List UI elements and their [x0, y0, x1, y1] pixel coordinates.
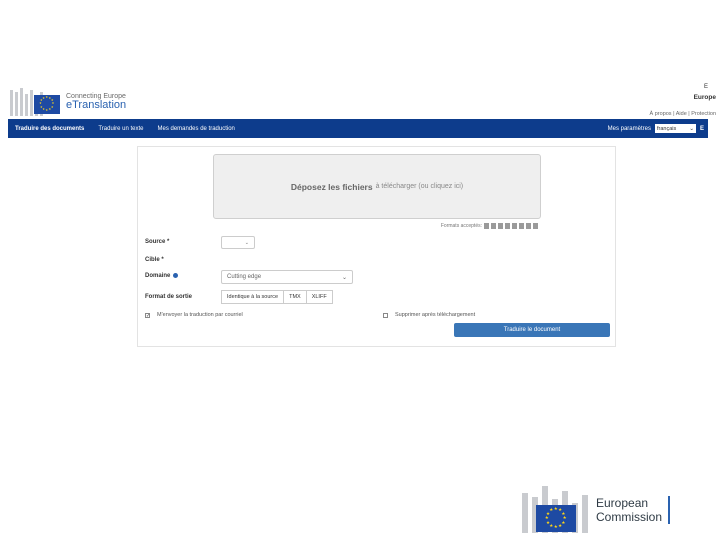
chevron-down-icon: ⌄ [244, 239, 249, 246]
european-commission-logo: ★ ★ ★ ★ ★ ★ ★ ★ ★ ★ ★ ★ European Commission [518, 486, 671, 533]
chevron-down-icon: ⌄ [341, 274, 347, 281]
nav-translate-documents[interactable]: Traduire des documents [8, 126, 91, 132]
upload-panel: Déposez les fichiers à télécharger (ou c… [137, 146, 616, 347]
accepted-formats: Formats acceptés: [441, 223, 538, 229]
flag-star: ★ [42, 95, 46, 100]
output-format-label: Format de sortie [145, 294, 193, 300]
word-file-icon [484, 223, 489, 229]
etranslation-logo[interactable]: ★ ★ ★ ★ ★ ★ ★ ★ ★ ★ ★ ★ Connecting Europe eTranslat… [8, 88, 126, 116]
odt-file-icon [526, 223, 531, 229]
excel-file-icon [491, 223, 496, 229]
flag-star: ★ [45, 107, 49, 112]
email-option-label: M'envoyer la traduction par courriel [157, 312, 243, 318]
pdf-file-icon [505, 223, 510, 229]
delete-option[interactable]: Supprimer après téléchargement [383, 312, 475, 318]
source-label: Source * [145, 239, 170, 245]
nav-right: Mes paramètres français ⌄ E [608, 124, 708, 133]
header-links[interactable]: À propos | Aide | Protection [650, 111, 716, 117]
brand: Connecting Europe eTranslation [66, 93, 126, 112]
delete-checkbox[interactable] [383, 312, 388, 318]
text-file-icon [512, 223, 517, 229]
nav-extra[interactable]: E [700, 126, 704, 132]
flag-star: ★ [39, 104, 43, 109]
top-right-initial: E [703, 84, 708, 90]
chevron-down-icon: ⌄ [689, 125, 694, 132]
target-label: Cible * [145, 257, 164, 263]
output-xliff-button[interactable]: XLIFF [306, 290, 333, 304]
domain-label-text: Domaine [145, 273, 171, 280]
ec-wordmark-line2: Commission [596, 509, 663, 524]
domain-select-value: Cutting edge [227, 274, 262, 280]
nav-settings[interactable]: Mes paramètres [608, 126, 651, 132]
html-file-icon [519, 223, 524, 229]
ec-wordmark-line1: European [596, 495, 649, 510]
file-dropzone[interactable]: Déposez les fichiers à télécharger (ou c… [213, 154, 541, 219]
xml-file-icon [533, 223, 538, 229]
translate-document-button[interactable]: Traduire le document [454, 323, 610, 337]
dropzone-rest: à télécharger (ou cliquez ici) [375, 183, 464, 190]
domain-label: Domaine [145, 273, 179, 280]
flag-star: ★ [48, 106, 52, 111]
delete-option-label: Supprimer après téléchargement [395, 312, 476, 318]
flag-star: ★ [553, 524, 558, 530]
flag-star: ★ [39, 101, 42, 106]
email-option[interactable]: ✓ M'envoyer la traduction par courriel [145, 312, 243, 318]
eu-flag-icon: ★ ★ ★ ★ ★ ★ ★ ★ ★ ★ ★ ★ [536, 505, 576, 532]
top-right-europe: Europe [693, 94, 716, 101]
main-nav: Traduire des documents Traduire un texte… [8, 119, 708, 138]
ec-wordmark: European Commission [596, 495, 671, 524]
flag-star: ★ [549, 507, 554, 513]
language-select-value: français [656, 125, 677, 132]
flag-star: ★ [545, 519, 551, 525]
language-select[interactable]: français ⌄ [654, 124, 696, 133]
domain-select[interactable]: Cutting edge ⌄ [221, 270, 353, 284]
flag-star: ★ [558, 522, 563, 528]
output-tmx-button[interactable]: TMX [284, 290, 307, 304]
formats-label: Formats acceptés: [440, 223, 482, 229]
info-icon[interactable] [173, 273, 179, 278]
eu-flag-icon: ★ ★ ★ ★ ★ ★ ★ ★ ★ ★ ★ ★ [34, 94, 60, 114]
output-format-group: Identique à la source TMX XLIFF [221, 290, 333, 304]
powerpoint-file-icon [498, 223, 503, 229]
source-select[interactable]: ⌄ [221, 236, 255, 249]
brand-title: eTranslation [66, 98, 127, 111]
nav-translate-text[interactable]: Traduire un texte [91, 126, 150, 132]
dropzone-strong: Déposez les fichiers [290, 181, 373, 192]
flag-star: ★ [544, 515, 549, 521]
nav-my-requests[interactable]: Mes demandes de traduction [151, 126, 242, 132]
output-same-as-source-button[interactable]: Identique à la source [221, 290, 285, 304]
email-checkbox[interactable]: ✓ [145, 312, 150, 318]
